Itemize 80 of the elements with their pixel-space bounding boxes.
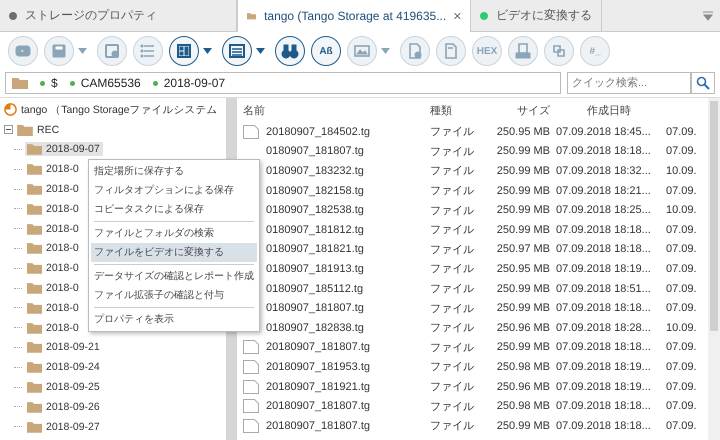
table-cell-text: 07.09. — [665, 400, 698, 412]
table-cell-text: ファイル — [429, 419, 475, 434]
table-cell-text: 07.09.2018 18:18... — [555, 400, 652, 412]
table-cell-text: 07.09.2018 18:18... — [555, 420, 652, 432]
table-cell-text: 07.09. — [665, 420, 698, 432]
table-cell: 20180907_184502.tg — [266, 126, 370, 138]
table-cell-text: 07.09.2018 18:19... — [555, 380, 652, 393]
table-cell-text: 250.96 MB — [496, 380, 550, 393]
table-cell-text: ファイル — [429, 125, 475, 140]
table-cell: 0180907_181807.tg — [266, 145, 364, 158]
table-cell-text: 07.09.2018 18:18... — [555, 145, 652, 158]
table-cell-text: 07.09. — [665, 282, 698, 295]
table-cell-text: 07.09.2018 18:18... — [555, 302, 652, 314]
table-cell-text: ファイル — [429, 262, 475, 276]
table-cell-text: 250.99 MB — [496, 224, 550, 236]
table-cell: 0180907_181821.tg — [266, 243, 364, 256]
table-cell-text: ファイル — [429, 302, 475, 316]
table-cell-text: 07.09.2018 18:45... — [555, 126, 652, 138]
table-cell-text: 07.09. — [665, 224, 698, 236]
table-cell: 0180907_183232.tg — [266, 164, 364, 177]
table-cell-text: 250.98 MB — [496, 360, 550, 373]
table-cell-text: 07.09.2018 18:19... — [555, 262, 652, 275]
table-cell: 0180907_182158.tg — [266, 184, 364, 197]
table-cell: 0180907_181807.tg — [266, 302, 364, 314]
table-cell-text: 07.09. — [665, 302, 698, 314]
table-cell: 0180907_185112.tg — [266, 282, 364, 295]
table-cell-text: 250.97 MB — [496, 243, 550, 256]
table-cell-text: 250.99 MB — [496, 282, 550, 295]
table-cell-text: 250.99 MB — [496, 184, 550, 197]
table-cell-text: 07.09.2018 18:21... — [555, 184, 652, 197]
table-cell-text: 07.09.2018 18:51... — [555, 282, 652, 295]
table-cell-text: ファイル — [429, 360, 475, 374]
table-cell-text: 07.09. — [665, 145, 698, 158]
table-cell-text: 07.09. — [665, 380, 698, 393]
table-cell-text: ファイル — [429, 164, 475, 178]
table-cell-text: 10.09. — [665, 322, 698, 334]
table-cell-text: ファイル — [429, 282, 475, 296]
table-cell-text: 07.09. — [665, 243, 698, 256]
table-cell-text: 250.99 MB — [496, 145, 550, 158]
table-cell-text: 10.09. — [665, 164, 698, 177]
table-cell: 20180907_181953.tg — [266, 360, 370, 373]
table-cell-text: 07.09. — [665, 184, 698, 197]
table-cell: 20180907_181921.tg — [266, 380, 370, 393]
table-cell-text: ファイル — [429, 380, 475, 394]
table-cell: 20180907_181807.tg — [266, 341, 370, 354]
table-cell-text: 07.09.2018 18:18... — [555, 243, 652, 256]
table-cell: 20180907_181807.tg — [266, 420, 370, 432]
table-cell-text: ファイル — [429, 144, 475, 159]
table-cell-text: 07.09. — [665, 360, 698, 373]
table-cell-text: 07.09.2018 18:28... — [555, 322, 652, 334]
table-cell-text: 07.09.2018 18:19... — [555, 360, 652, 373]
table-cell-text: ファイル — [429, 340, 475, 355]
table-cell: 0180907_181812.tg — [266, 224, 364, 236]
table-cell: 0180907_182838.tg — [266, 322, 364, 334]
table-cell-text: 07.09.2018 18:18... — [555, 224, 652, 236]
table-cell-text: 07.09. — [665, 126, 698, 138]
table-cell-text: 07.09.2018 18:18... — [555, 341, 652, 354]
table-cell-text: ファイル — [429, 204, 475, 218]
table-cell-text: 07.09.2018 18:32... — [555, 164, 652, 177]
table-cell-text: 10.09. — [665, 204, 698, 216]
table-cell-text: ファイル — [429, 242, 475, 257]
table-cell-text: 250.99 MB — [496, 420, 550, 432]
table-cell: 20180907_181807.tg — [266, 400, 370, 412]
table-cell-text: 07.09.2018 18:25... — [555, 204, 652, 216]
table-cell: 0180907_181913.tg — [266, 262, 364, 275]
table-cell-text: 250.99 MB — [496, 204, 550, 216]
table-cell-text: 07.09. — [665, 341, 698, 354]
table-cell-text: ファイル — [429, 400, 475, 414]
table-cell-text: ファイル — [429, 184, 475, 198]
table-cell-text: 250.95 MB — [496, 262, 550, 275]
table-cell-text: 250.98 MB — [496, 400, 550, 412]
table-cell-text: 250.99 MB — [496, 164, 550, 177]
table-cell-text: 250.99 MB — [496, 302, 550, 314]
table-cell-text: ファイル — [429, 223, 475, 238]
table-cell-text: 250.99 MB — [496, 341, 550, 354]
table-cell-text: 250.95 MB — [496, 126, 550, 138]
table-cell-text: 250.96 MB — [496, 322, 550, 334]
table-cell: 0180907_182538.tg — [266, 204, 364, 216]
table-cell-text: 07.09. — [665, 262, 698, 275]
table-cell-text: ファイル — [429, 321, 475, 336]
